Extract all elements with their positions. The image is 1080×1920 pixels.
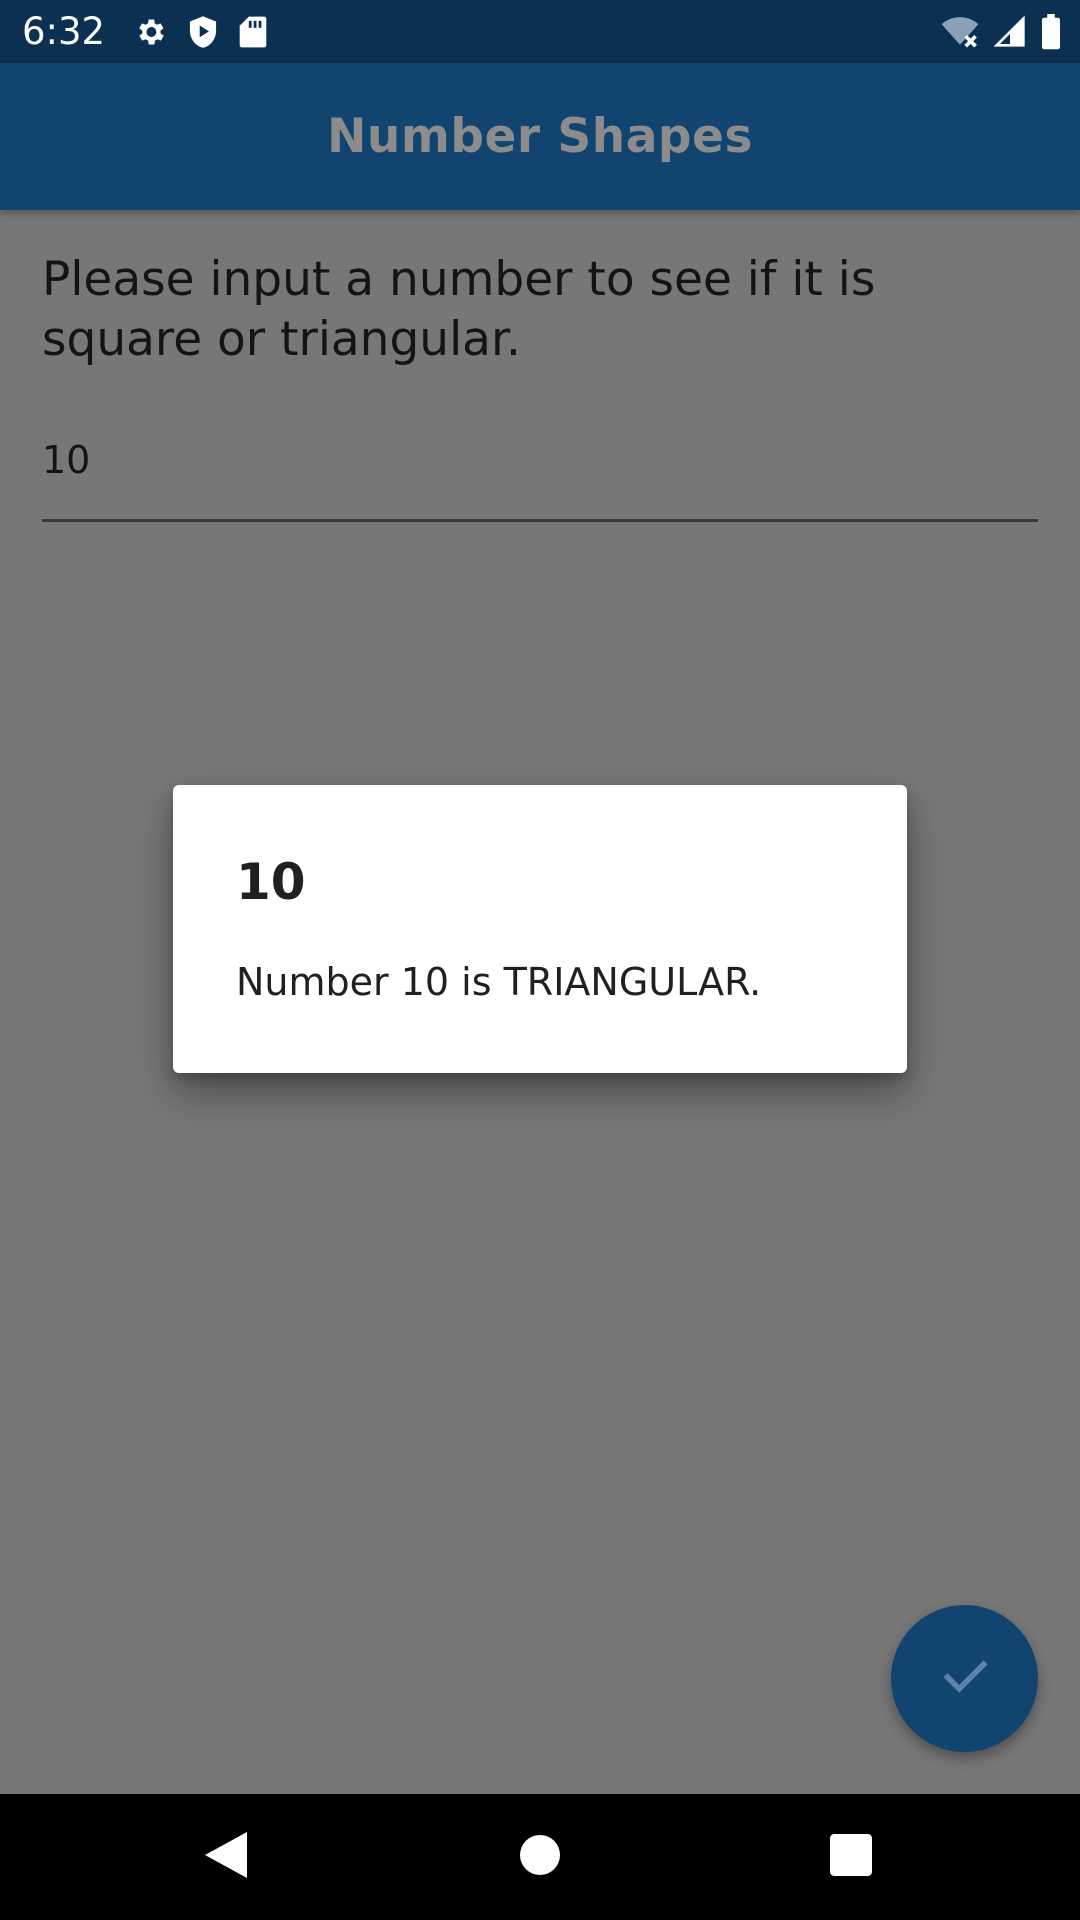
app-title: Number Shapes [327,109,753,164]
recents-button[interactable] [814,1794,888,1920]
recents-icon [830,1833,872,1881]
status-bar: 6:32 [0,0,1080,63]
battery-icon [1040,0,1062,63]
gear-icon [133,0,167,63]
number-input-value[interactable]: 10 [42,438,90,482]
sd-card-icon [239,0,267,63]
dialog-title: 10 [236,853,306,911]
number-input-field[interactable]: 10 [42,428,1038,522]
main-content: Please input a number to see if it is sq… [42,250,1042,522]
navigation-bar [0,1794,1080,1920]
back-icon [203,1830,249,1885]
prompt-text: Please input a number to see if it is sq… [42,252,876,367]
home-icon [520,1834,560,1880]
status-right-icons [940,0,1062,63]
status-left-icons [133,0,267,63]
app-bar: Number Shapes [0,63,1080,210]
status-time: 6:32 [22,10,106,53]
back-button[interactable] [190,1794,262,1920]
dialog-message: Number 10 is TRIANGULAR. [236,960,762,1004]
shield-icon [187,0,219,63]
result-dialog[interactable]: 10 Number 10 is TRIANGULAR. [173,785,907,1073]
cell-signal-icon [994,0,1026,63]
wifi-off-icon [940,0,980,63]
home-button[interactable] [503,1794,577,1920]
check-icon [937,1648,993,1709]
check-fab-button[interactable] [891,1605,1038,1752]
